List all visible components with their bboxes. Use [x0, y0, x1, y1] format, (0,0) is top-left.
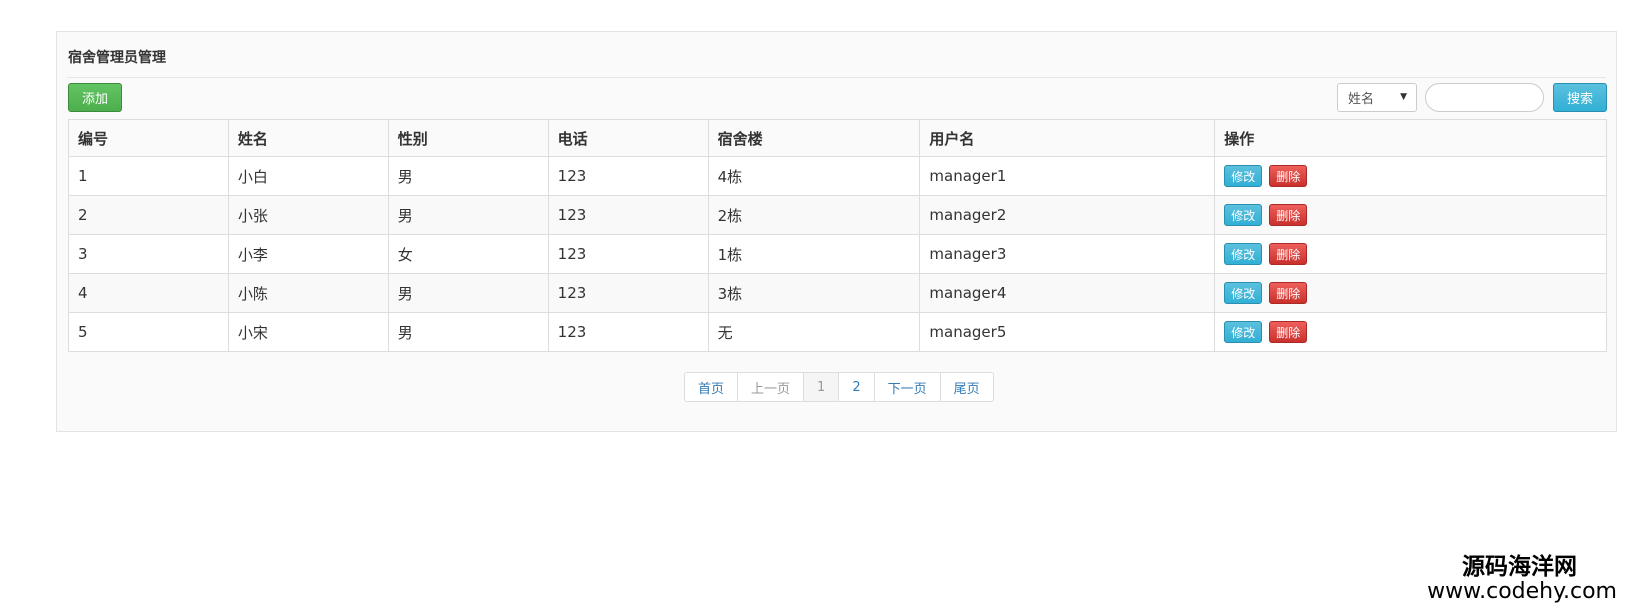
cell-name: 小宋	[227, 312, 389, 352]
cell-gender: 男	[387, 195, 549, 235]
cell-building: 4栋	[707, 156, 921, 196]
cell-building: 3栋	[707, 273, 921, 313]
table-row: 3 小李 女 123 1栋 manager3 修改 删除	[68, 234, 1607, 274]
header-building: 宿舍楼	[707, 119, 921, 157]
cell-username: manager3	[919, 234, 1216, 274]
pagination-last[interactable]: 尾页	[941, 373, 993, 401]
cell-phone: 123	[547, 156, 709, 196]
header-phone: 电话	[547, 119, 709, 157]
cell-phone: 123	[547, 312, 709, 352]
chevron-down-icon: ▼	[1400, 92, 1407, 102]
search-field-selected: 姓名	[1348, 92, 1375, 107]
search-field-select[interactable]: 姓名 ▼	[1337, 83, 1417, 112]
table-row: 2 小张 男 123 2栋 manager2 修改 删除	[68, 195, 1607, 235]
header-actions: 操作	[1214, 119, 1607, 157]
header-name: 姓名	[227, 119, 389, 157]
pagination-page-1: 1	[804, 373, 840, 401]
cell-actions: 修改 删除	[1214, 234, 1607, 274]
cell-actions: 修改 删除	[1214, 195, 1607, 235]
cell-actions: 修改 删除	[1214, 312, 1607, 352]
watermark-url: www.codehy.com	[1427, 579, 1617, 604]
edit-button[interactable]: 修改	[1224, 243, 1263, 265]
search-button[interactable]: 搜索	[1553, 83, 1607, 112]
manager-table: 编号 姓名 性别 电话 宿舍楼 用户名 操作 1 小白 男 123 4栋 man…	[68, 119, 1607, 352]
cell-building: 1栋	[707, 234, 921, 274]
edit-button[interactable]: 修改	[1224, 204, 1263, 226]
cell-id: 5	[68, 312, 229, 352]
search-input[interactable]	[1425, 83, 1544, 112]
pagination: 首页 上一页 1 2 下一页 尾页	[684, 372, 994, 402]
watermark: 源码海洋网 www.codehy.com	[1427, 556, 1617, 603]
cell-name: 小白	[227, 156, 389, 196]
table-row: 4 小陈 男 123 3栋 manager4 修改 删除	[68, 273, 1607, 313]
header-gender: 性别	[387, 119, 549, 157]
cell-name: 小陈	[227, 273, 389, 313]
pagination-page-2[interactable]: 2	[839, 373, 875, 401]
cell-id: 3	[68, 234, 229, 274]
cell-id: 4	[68, 273, 229, 313]
header-id: 编号	[68, 119, 229, 157]
header-username: 用户名	[919, 119, 1216, 157]
watermark-cn: 源码海洋网	[1462, 554, 1577, 580]
delete-button[interactable]: 删除	[1269, 321, 1308, 343]
table-row: 5 小宋 男 123 无 manager5 修改 删除	[68, 312, 1607, 352]
cell-gender: 男	[387, 312, 549, 352]
cell-name: 小李	[227, 234, 389, 274]
cell-gender: 男	[387, 273, 549, 313]
panel-divider	[67, 77, 1606, 78]
cell-building: 无	[707, 312, 921, 352]
cell-phone: 123	[547, 234, 709, 274]
cell-username: manager1	[919, 156, 1216, 196]
cell-id: 2	[68, 195, 229, 235]
cell-actions: 修改 删除	[1214, 273, 1607, 313]
cell-gender: 女	[387, 234, 549, 274]
edit-button[interactable]: 修改	[1224, 282, 1263, 304]
pagination-prev: 上一页	[738, 373, 805, 401]
table-row: 1 小白 男 123 4栋 manager1 修改 删除	[68, 156, 1607, 196]
cell-username: manager5	[919, 312, 1216, 352]
panel-title: 宿舍管理员管理	[68, 50, 166, 66]
pagination-first[interactable]: 首页	[685, 373, 739, 401]
edit-button[interactable]: 修改	[1224, 321, 1263, 343]
cell-building: 2栋	[707, 195, 921, 235]
cell-actions: 修改 删除	[1214, 156, 1607, 196]
pagination-next[interactable]: 下一页	[875, 373, 941, 401]
edit-button[interactable]: 修改	[1224, 165, 1263, 187]
table-header-row: 编号 姓名 性别 电话 宿舍楼 用户名 操作	[68, 119, 1607, 157]
cell-username: manager4	[919, 273, 1216, 313]
cell-gender: 男	[387, 156, 549, 196]
cell-phone: 123	[547, 195, 709, 235]
delete-button[interactable]: 删除	[1269, 204, 1308, 226]
cell-name: 小张	[227, 195, 389, 235]
delete-button[interactable]: 删除	[1269, 243, 1308, 265]
cell-username: manager2	[919, 195, 1216, 235]
add-button[interactable]: 添加	[68, 83, 122, 112]
cell-phone: 123	[547, 273, 709, 313]
delete-button[interactable]: 删除	[1269, 282, 1308, 304]
cell-id: 1	[68, 156, 229, 196]
manager-panel: 宿舍管理员管理 添加 姓名 ▼ 搜索 编号 姓名 性别 电话 宿舍楼 用户名 操…	[56, 31, 1617, 432]
delete-button[interactable]: 删除	[1269, 165, 1308, 187]
